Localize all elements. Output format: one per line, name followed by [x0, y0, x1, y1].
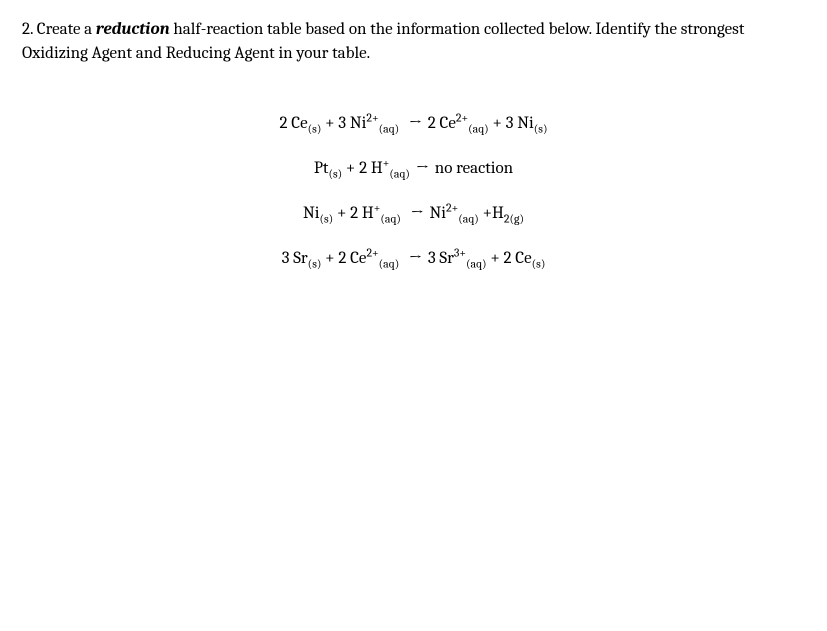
state: (aq)	[458, 211, 479, 225]
coef: 2	[280, 114, 288, 133]
plus: +	[479, 204, 492, 223]
no-reaction-text: no reaction	[435, 159, 513, 178]
coef: 2	[359, 159, 367, 178]
state: (g)	[510, 211, 525, 225]
species: Pt	[314, 159, 329, 178]
charge: 2+	[446, 200, 458, 214]
species: Ce	[350, 249, 366, 268]
question-prefix: Create a	[37, 20, 96, 39]
species: Ni	[303, 204, 320, 223]
charge: 2+	[366, 110, 378, 124]
species: Ni	[350, 114, 367, 133]
species: Ni	[430, 204, 447, 223]
species: H	[362, 204, 374, 223]
species: H	[492, 204, 504, 223]
coef: 3	[338, 114, 346, 133]
coef: 3	[428, 249, 436, 268]
coef: 3	[282, 249, 290, 268]
species: Sr	[439, 249, 453, 268]
species: Ce	[515, 249, 531, 268]
species: Ce	[440, 114, 456, 133]
state: (aq)	[466, 256, 487, 270]
state: (aq)	[379, 256, 400, 270]
equation-2: Pt(s) + 2 H+(aq) → no reaction	[314, 159, 513, 178]
equations-block: 2 Ce(s) + 3 Ni2+(aq) → 2 Ce2+(aq) + 3 Ni…	[22, 114, 805, 294]
plus: +	[490, 249, 503, 268]
arrow-icon: →	[409, 249, 422, 268]
arrow-icon: →	[416, 159, 429, 178]
charge: 2+	[456, 110, 468, 124]
state: (aq)	[380, 211, 401, 225]
plus: +	[333, 204, 350, 223]
coef: 2	[428, 114, 436, 133]
charge: 2+	[366, 245, 378, 259]
charge: 3+	[454, 245, 466, 259]
question-emphasis: reduction	[96, 20, 170, 39]
coef: 3	[506, 114, 514, 133]
state: (s)	[308, 121, 322, 135]
state: (s)	[328, 166, 342, 180]
species: Ce	[291, 114, 307, 133]
species: Ni	[517, 114, 534, 133]
arrow-icon: →	[409, 114, 422, 133]
equation-1: 2 Ce(s) + 3 Ni2+(aq) → 2 Ce2+(aq) + 3 Ni…	[280, 114, 548, 133]
equation-4: 3 Sr(s) + 2 Ce2+(aq) → 3 Sr3+(aq) + 2 Ce…	[282, 249, 546, 268]
coef: 2	[504, 249, 512, 268]
plus: +	[492, 114, 505, 133]
state: (aq)	[389, 166, 410, 180]
species: Sr	[293, 249, 307, 268]
state: (aq)	[379, 121, 400, 135]
arrow-icon: →	[410, 204, 423, 223]
equation-3: Ni(s) + 2 H+(aq) → Ni2+(aq) +H2(g)	[303, 204, 524, 223]
coef: 2	[350, 204, 358, 223]
plus: +	[342, 159, 359, 178]
question-prompt: 2. Create a reduction half-reaction tabl…	[22, 18, 805, 66]
state: (s)	[319, 211, 333, 225]
state: (s)	[308, 256, 322, 270]
state: (s)	[532, 256, 546, 270]
species: H	[371, 159, 383, 178]
coef: 2	[338, 249, 346, 268]
plus: +	[321, 249, 338, 268]
state: (s)	[534, 121, 548, 135]
state: (aq)	[468, 121, 489, 135]
plus: +	[321, 114, 338, 133]
question-number: 2.	[22, 20, 33, 39]
